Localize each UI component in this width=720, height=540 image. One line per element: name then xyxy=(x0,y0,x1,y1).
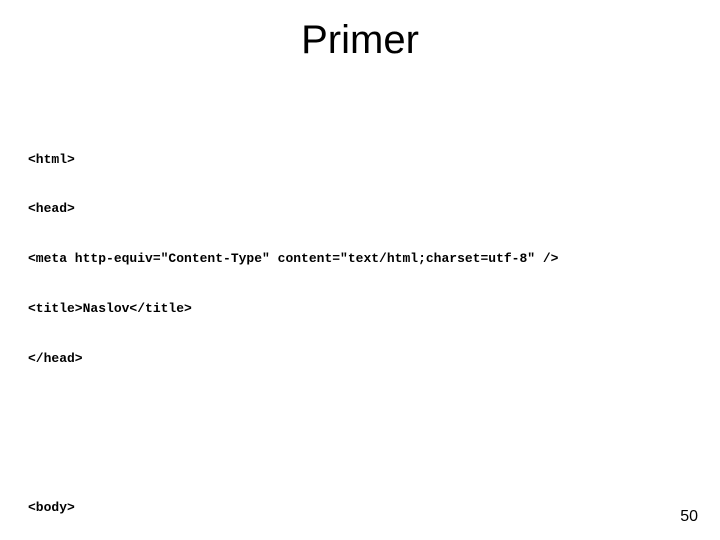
code-block-body-start: <body> <h2><u>Slike</u></h2> xyxy=(28,467,692,540)
code-line: <title>Naslov</title> xyxy=(28,301,692,318)
code-listing: <html> <head> <meta http-equiv="Content-… xyxy=(28,85,692,540)
slide: Primer <html> <head> <meta http-equiv="C… xyxy=(0,0,720,540)
code-line: <head> xyxy=(28,201,692,218)
slide-title: Primer xyxy=(28,18,692,63)
code-line: <meta http-equiv="Content-Type" content=… xyxy=(28,251,692,268)
code-line: </head> xyxy=(28,351,692,368)
code-line: <html> xyxy=(28,152,692,169)
code-line: <body> xyxy=(28,500,692,517)
code-block-head: <html> <head> <meta http-equiv="Content-… xyxy=(28,118,692,401)
page-number: 50 xyxy=(680,508,698,526)
